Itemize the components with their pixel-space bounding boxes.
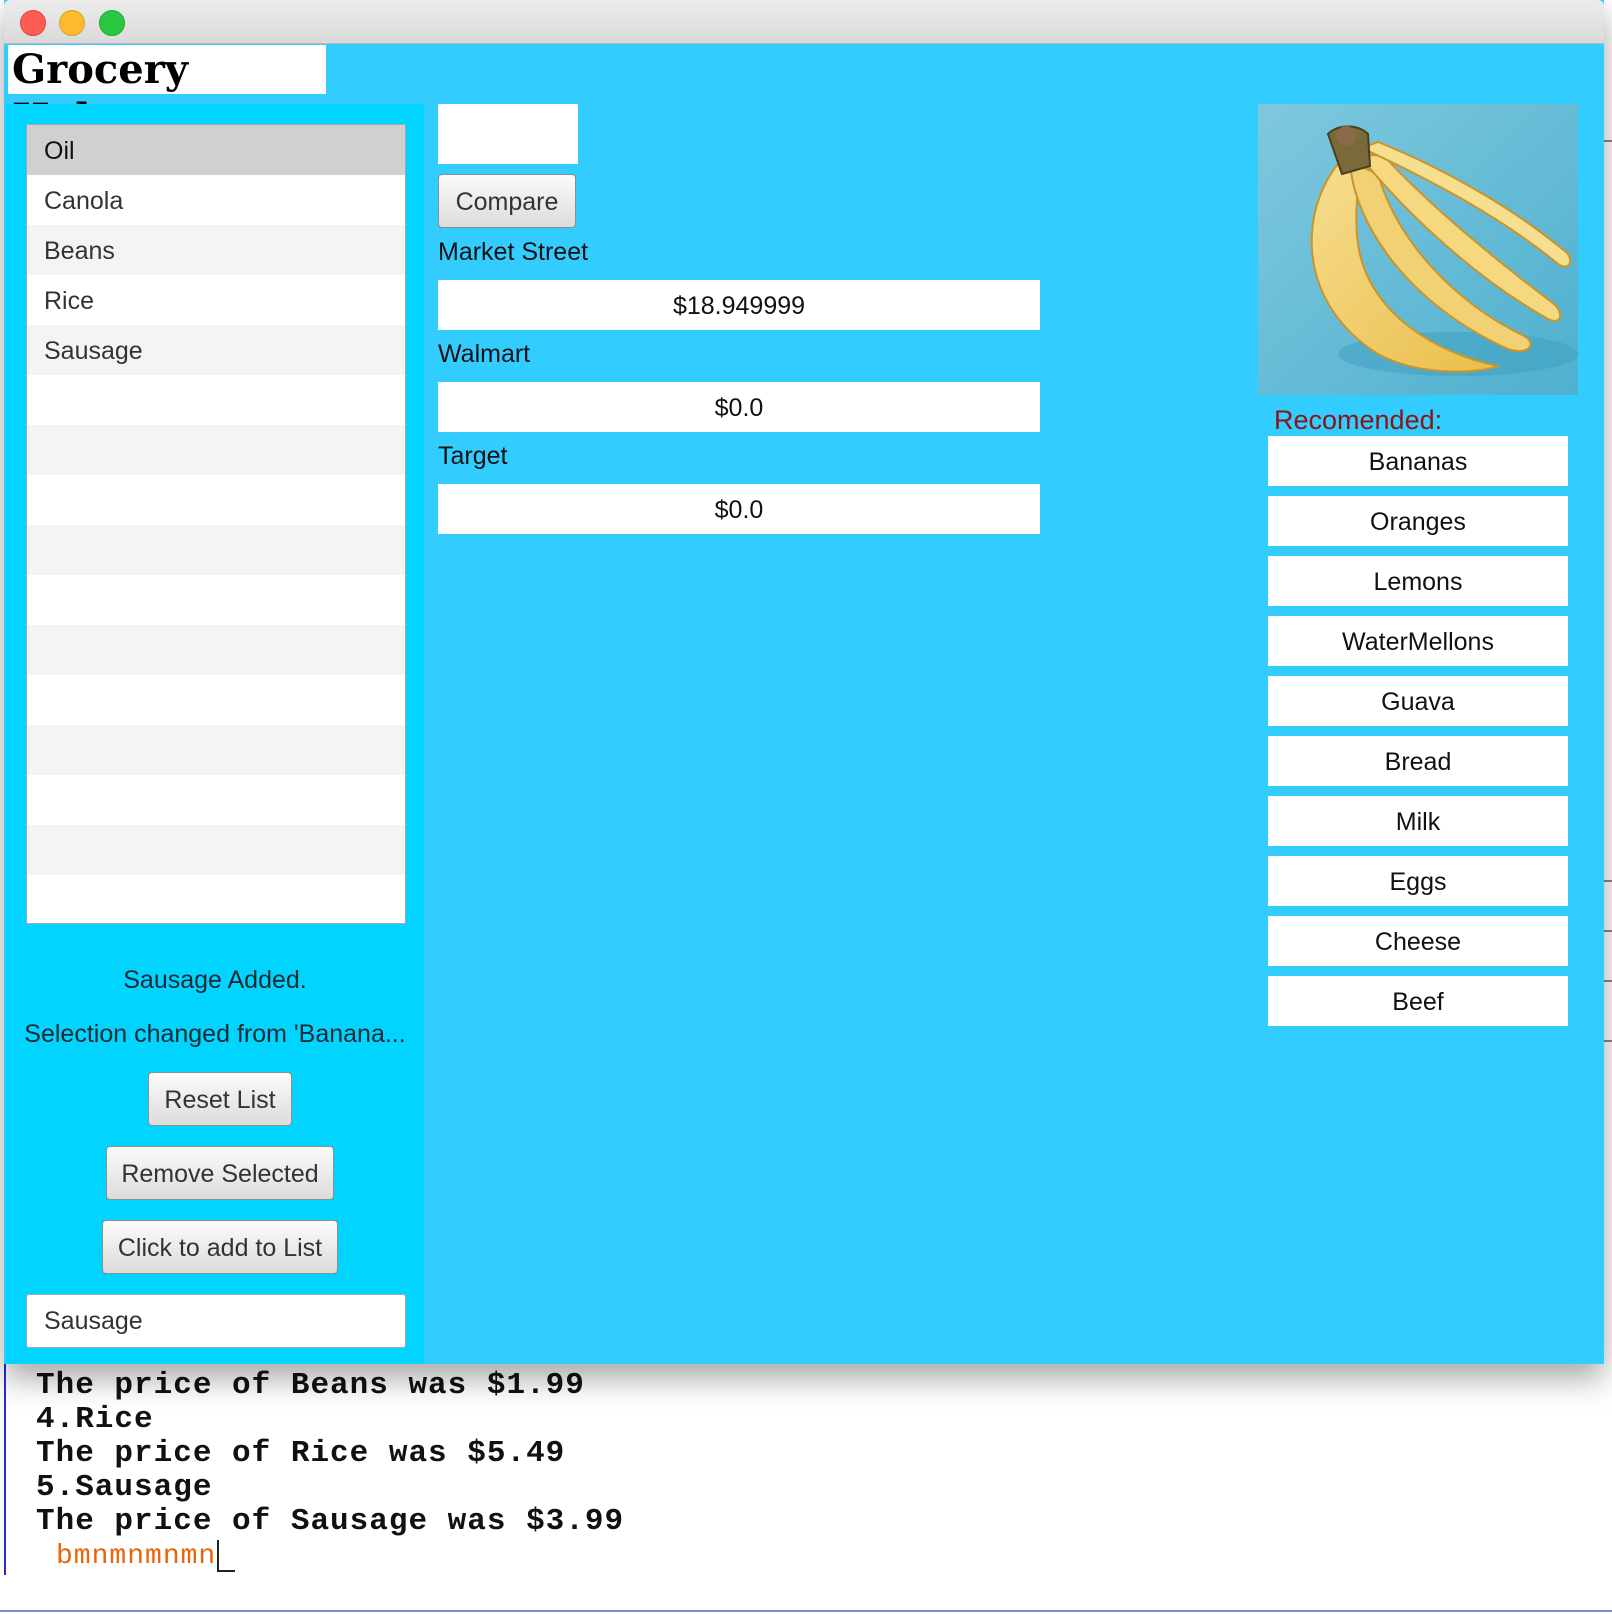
empty-list-row[interactable]: [27, 725, 405, 775]
recommended-item-milk[interactable]: Milk: [1268, 796, 1568, 846]
store-label-target: Target: [438, 442, 508, 470]
bananas-image: [1258, 104, 1578, 395]
list-item[interactable]: Rice: [27, 275, 405, 325]
list-item[interactable]: Sausage: [27, 325, 405, 375]
recommended-item-watermellons[interactable]: WaterMellons: [1268, 616, 1568, 666]
console-input-line[interactable]: bmnmnmnmn: [56, 1540, 236, 1572]
empty-list-row[interactable]: [27, 825, 405, 875]
empty-list-row[interactable]: [27, 625, 405, 675]
recommended-label: Recomended:: [1274, 405, 1443, 435]
recommended-item-cheese[interactable]: Cheese: [1268, 916, 1568, 966]
window-titlebar[interactable]: [4, 0, 1604, 44]
empty-list-row[interactable]: [27, 875, 405, 923]
price-market-street: $18.949999: [438, 280, 1040, 330]
list-item[interactable]: Canola: [27, 175, 405, 225]
grocery-list[interactable]: Oil Canola Beans Rice Sausage: [26, 124, 406, 924]
remove-selected-button[interactable]: Remove Selected: [106, 1146, 334, 1200]
status-selection-text: Selection changed from 'Banana...: [24, 1020, 406, 1048]
console-line: The price of Beans was $1.99: [36, 1368, 585, 1403]
console-margin-line: [4, 1360, 6, 1575]
store-label-walmart: Walmart: [438, 340, 531, 368]
empty-list-row[interactable]: [27, 675, 405, 725]
recommended-item-bread[interactable]: Bread: [1268, 736, 1568, 786]
empty-list-row[interactable]: [27, 425, 405, 475]
recommended-item-guava[interactable]: Guava: [1268, 676, 1568, 726]
console-bottom-border: [0, 1610, 1612, 1612]
minimize-window-button[interactable]: [59, 10, 85, 36]
recommended-item-beef[interactable]: Beef: [1268, 976, 1568, 1026]
left-panel: Oil Canola Beans Rice Sausage Sausage Ad…: [6, 104, 424, 1364]
text-cursor: [217, 1540, 236, 1572]
store-label-market-street: Market Street: [438, 238, 589, 266]
zoom-window-button[interactable]: [99, 10, 125, 36]
compare-button[interactable]: Compare: [438, 174, 576, 228]
console-line: 4.Rice: [36, 1402, 154, 1437]
console-input-text: bmnmnmnmn: [56, 1541, 217, 1572]
empty-list-row[interactable]: [27, 375, 405, 425]
close-window-button[interactable]: [20, 10, 46, 36]
app-title: Grocery Helper: [8, 45, 326, 142]
list-item[interactable]: Oil: [27, 125, 405, 175]
reset-list-button[interactable]: Reset List: [148, 1072, 292, 1126]
empty-list-row[interactable]: [27, 575, 405, 625]
recommended-item-lemons[interactable]: Lemons: [1268, 556, 1568, 606]
price-walmart: $0.0: [438, 382, 1040, 432]
compare-item-input[interactable]: [438, 104, 578, 164]
console-line: The price of Sausage was $3.99: [36, 1504, 625, 1539]
list-item[interactable]: Beans: [27, 225, 405, 275]
recommended-item-bananas[interactable]: Bananas: [1268, 436, 1568, 486]
console-text: The price of Beans was $1.99 4.Rice The pr…: [36, 1369, 624, 1539]
app-window: Grocery Helper Oil Canola Beans Rice Sau…: [4, 0, 1604, 1364]
console-line: The price of Rice was $5.49: [36, 1436, 566, 1471]
console-line: 5.Sausage: [36, 1470, 213, 1505]
empty-list-row[interactable]: [27, 525, 405, 575]
recommended-item-eggs[interactable]: Eggs: [1268, 856, 1568, 906]
recommended-item-oranges[interactable]: Oranges: [1268, 496, 1568, 546]
empty-list-row[interactable]: [27, 775, 405, 825]
add-to-list-button[interactable]: Click to add to List: [102, 1220, 338, 1274]
price-target: $0.0: [438, 484, 1040, 534]
status-added-text: Sausage Added.: [123, 966, 307, 994]
add-item-input[interactable]: Sausage: [26, 1294, 406, 1348]
empty-list-row[interactable]: [27, 475, 405, 525]
